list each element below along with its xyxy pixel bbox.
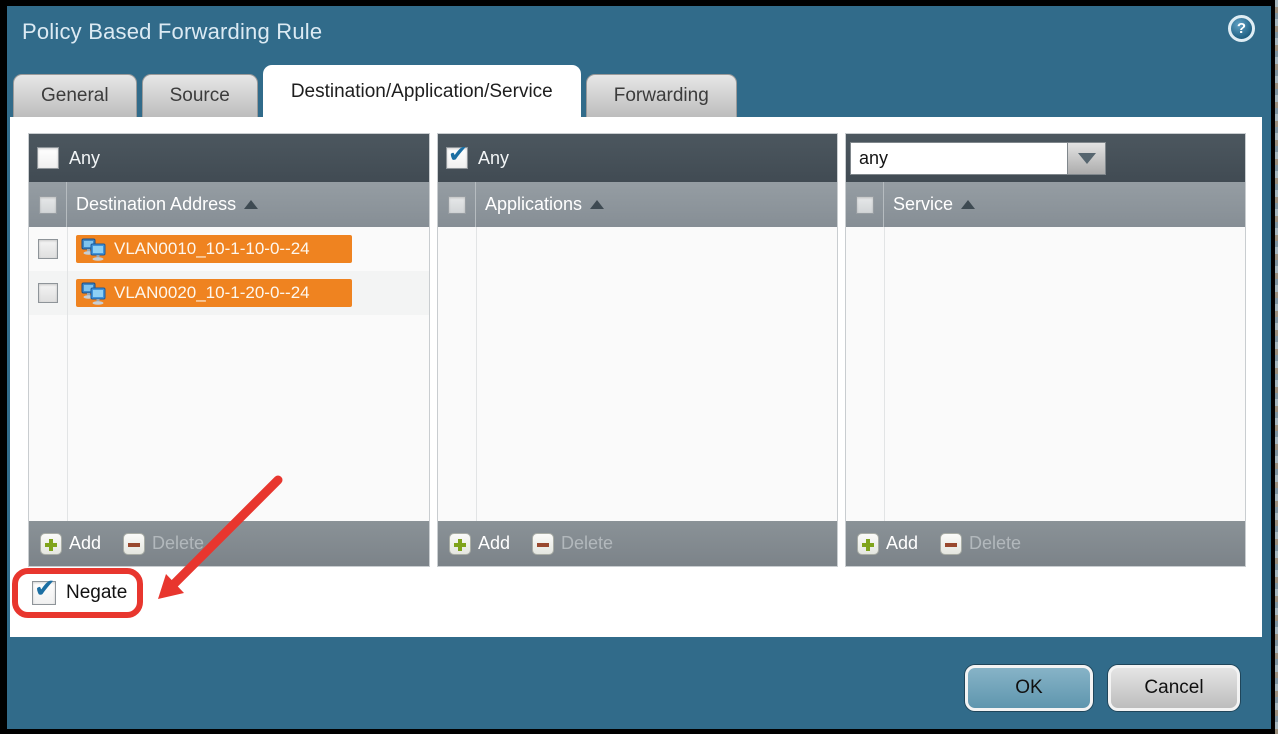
service-dropdown-value[interactable]: any — [850, 142, 1068, 175]
applications-any-bar: Any — [438, 134, 837, 182]
destination-column-header[interactable]: Destination Address — [29, 182, 429, 227]
service-selectall-checkbox[interactable] — [856, 196, 874, 214]
address-object-name: VLAN0020_10-1-20-0--24 — [114, 283, 310, 303]
service-dropdown[interactable]: any — [850, 142, 1106, 175]
tab-source[interactable]: Source — [142, 74, 258, 117]
delete-icon — [532, 533, 554, 555]
pbf-rule-dialog: Policy Based Forwarding Rule ? General S… — [7, 6, 1271, 729]
cancel-button[interactable]: Cancel — [1108, 665, 1240, 711]
network-address-icon — [81, 281, 107, 305]
service-column-label: Service — [893, 194, 953, 215]
add-icon — [449, 533, 471, 555]
destination-toolbar: Add Delete — [29, 521, 429, 566]
sort-asc-icon — [961, 200, 975, 209]
negate-label: Negate — [66, 582, 127, 604]
negate-checkbox[interactable] — [32, 581, 56, 605]
destination-any-bar: Any — [29, 134, 429, 182]
sort-asc-icon — [590, 200, 604, 209]
network-address-icon — [81, 237, 107, 261]
tab-forwarding[interactable]: Forwarding — [586, 74, 737, 117]
applications-selectall-checkbox[interactable] — [448, 196, 466, 214]
chevron-down-icon — [1078, 153, 1096, 164]
applications-any-checkbox[interactable] — [446, 147, 468, 169]
service-dropdown-button[interactable] — [1068, 142, 1106, 175]
table-row[interactable]: VLAN0010_10-1-10-0--24 — [29, 227, 429, 271]
row-checkbox[interactable] — [38, 283, 58, 303]
delete-icon — [940, 533, 962, 555]
negate-annotation-box: Negate — [12, 568, 143, 618]
help-icon[interactable]: ? — [1228, 15, 1255, 42]
service-delete-button[interactable]: Delete — [940, 533, 1021, 555]
destination-selectall-checkbox[interactable] — [39, 196, 57, 214]
delete-icon — [123, 533, 145, 555]
destination-any-checkbox[interactable] — [37, 147, 59, 169]
table-row[interactable]: VLAN0020_10-1-20-0--24 — [29, 271, 429, 315]
applications-toolbar: Add Delete — [438, 521, 837, 566]
tab-content: Any Destination Address — [10, 117, 1262, 637]
row-checkbox[interactable] — [38, 239, 58, 259]
service-add-button[interactable]: Add — [857, 533, 918, 555]
service-column-header[interactable]: Service — [846, 182, 1245, 227]
sort-asc-icon — [244, 200, 258, 209]
address-object-name: VLAN0010_10-1-10-0--24 — [114, 239, 310, 259]
destination-any-label: Any — [69, 148, 100, 169]
tab-general[interactable]: General — [13, 74, 137, 117]
add-icon — [857, 533, 879, 555]
tab-strip: General Source Destination/Application/S… — [13, 65, 737, 117]
destination-address-panel: Any Destination Address — [28, 133, 430, 567]
applications-column-header[interactable]: Applications — [438, 182, 837, 227]
applications-any-label: Any — [478, 148, 509, 169]
add-icon — [40, 533, 62, 555]
dialog-title: Policy Based Forwarding Rule — [22, 19, 322, 45]
address-object-chip[interactable]: VLAN0010_10-1-10-0--24 — [76, 235, 352, 263]
applications-list — [438, 227, 837, 521]
applications-column-label: Applications — [485, 194, 582, 215]
service-panel: any Service Add — [845, 133, 1246, 567]
ok-button[interactable]: OK — [965, 665, 1093, 711]
service-toolbar: Add Delete — [846, 521, 1245, 566]
applications-add-button[interactable]: Add — [449, 533, 510, 555]
destination-add-button[interactable]: Add — [40, 533, 101, 555]
destination-list: VLAN0010_10-1-10-0--24 — [29, 227, 429, 521]
destination-column-label: Destination Address — [76, 194, 236, 215]
service-list — [846, 227, 1245, 521]
applications-delete-button[interactable]: Delete — [532, 533, 613, 555]
destination-delete-button[interactable]: Delete — [123, 533, 204, 555]
service-mode-bar: any — [846, 134, 1245, 182]
applications-panel: Any Applications Add Delete — [437, 133, 838, 567]
screenshot-frame: Policy Based Forwarding Rule ? General S… — [0, 0, 1278, 734]
tab-destination-application-service[interactable]: Destination/Application/Service — [263, 65, 581, 117]
address-object-chip[interactable]: VLAN0020_10-1-20-0--24 — [76, 279, 352, 307]
